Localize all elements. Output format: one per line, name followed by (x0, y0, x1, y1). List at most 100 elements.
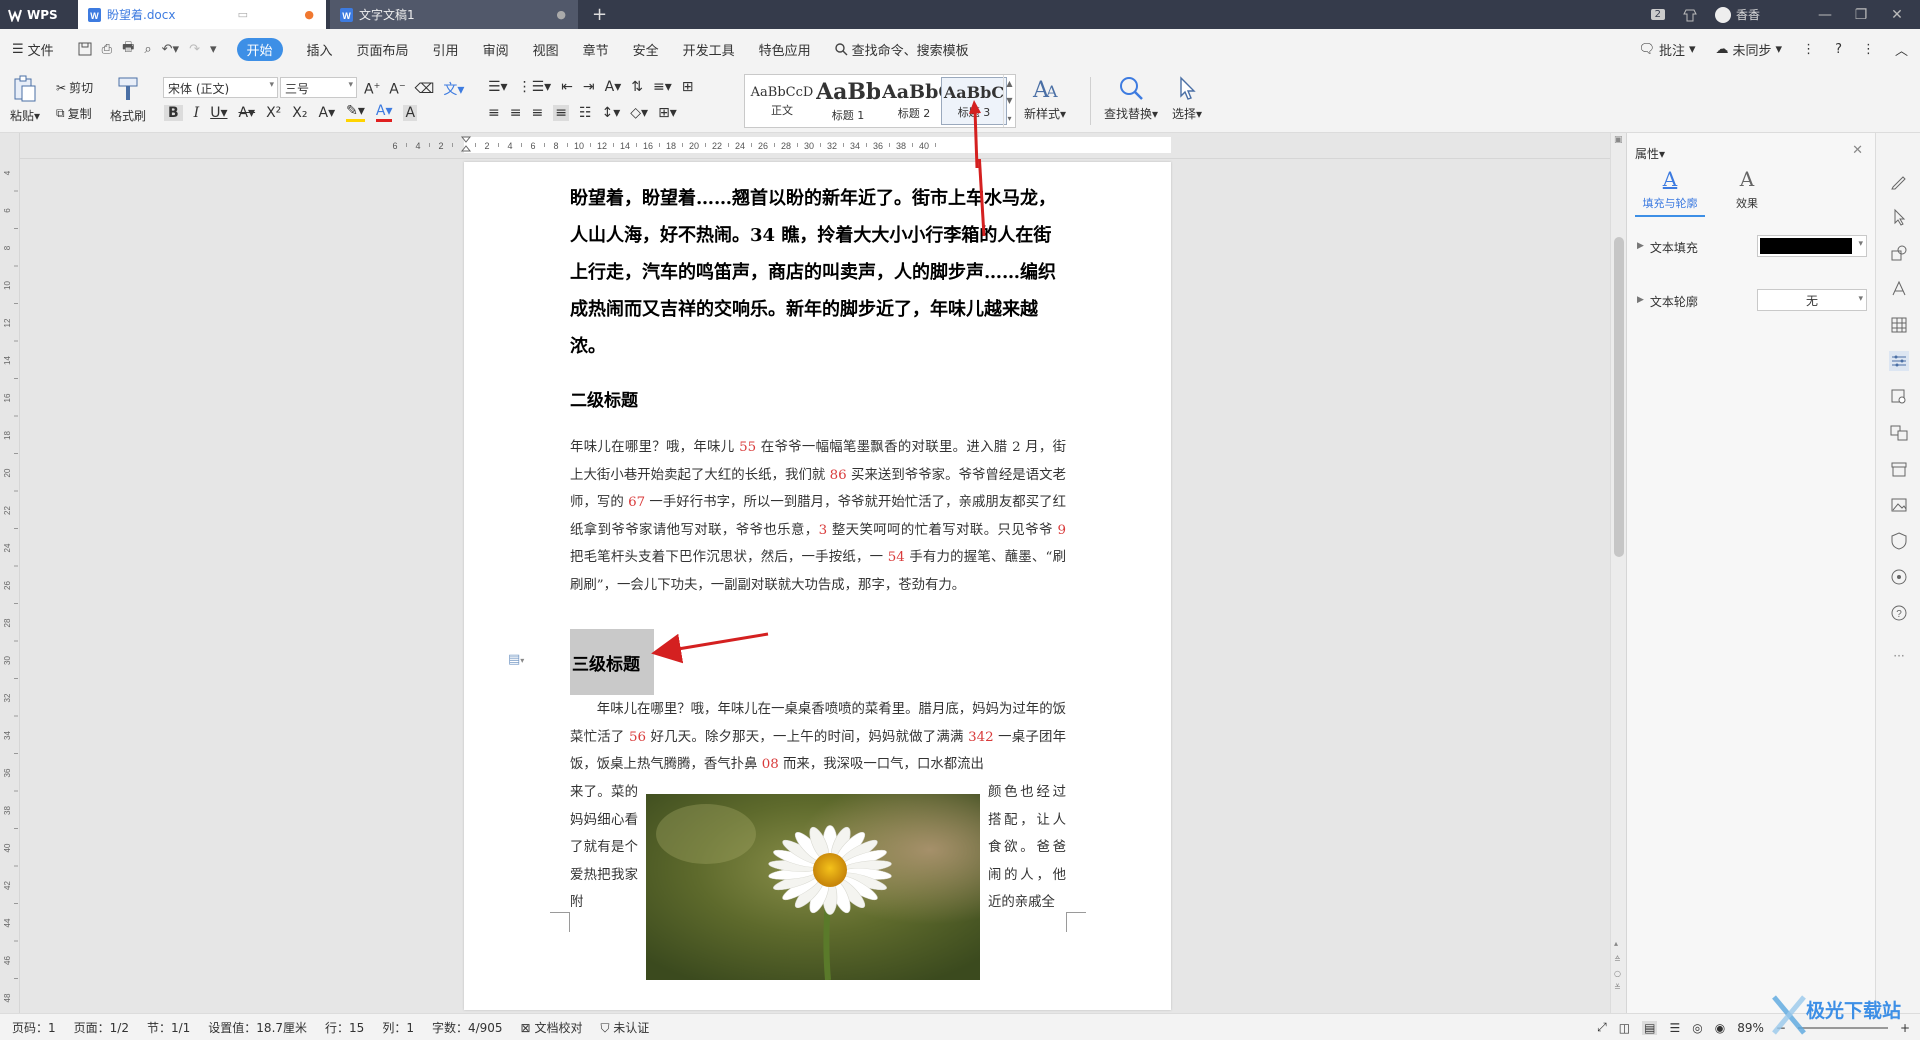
phonetic-icon[interactable]: 文▾ (443, 79, 464, 99)
gallery-scroll[interactable]: ▲ ▼ ▾ (1003, 75, 1015, 127)
status-page-number[interactable]: 页码：1 (12, 1019, 56, 1036)
text-fill-row[interactable]: ▶ 文本填充 (1637, 239, 1698, 256)
grow-font-icon[interactable]: A+ (364, 81, 380, 98)
italic-icon[interactable]: I (194, 105, 200, 121)
collapse-ribbon-icon[interactable]: ︿ (1895, 40, 1908, 59)
vertical-scrollbar[interactable]: ▣ ▴ ≙ ○ ≚ (1610, 133, 1626, 1013)
vertical-ruler[interactable]: 4 6 8 10 12 14 16 18 20 22 24 26 28 30 32 34 36 38 40 42 44 4… (0, 133, 20, 1013)
copy-button[interactable]: ⧉ 复制 (56, 105, 92, 122)
scroll-up-icon[interactable]: ▴ (1614, 939, 1618, 948)
style-heading-1[interactable]: AaBb 标题 1 (815, 77, 881, 125)
char-shading-icon[interactable]: A (403, 104, 418, 121)
style-normal[interactable]: AaBbCcD 正文 (749, 77, 815, 125)
help-circle-icon[interactable]: ? (1889, 603, 1909, 623)
shrink-font-icon[interactable]: A− (389, 81, 405, 98)
certification-status[interactable]: ⛉ 未认证 (600, 1019, 649, 1036)
customize-toolbar-icon[interactable]: ▾ (210, 42, 217, 57)
minimize-icon[interactable]: — (1816, 7, 1834, 23)
document-area[interactable]: 盼望着，盼望着……翘首以盼的新年近了。街市上车水马龙，人山人海，好不热闹。34 … (20, 159, 1610, 1013)
text-effect-icon[interactable]: A▾ (319, 105, 336, 121)
strikethrough-icon[interactable]: A▾ (238, 105, 255, 121)
tab-home[interactable]: 开始 (236, 37, 283, 61)
shield-icon[interactable] (1889, 531, 1909, 551)
outline-view-icon[interactable]: ☰ (1669, 1021, 1680, 1035)
numbering-icon[interactable]: ⋮☰▾ (518, 79, 552, 95)
tab-developer[interactable]: 开发工具 (683, 40, 735, 59)
horizontal-ruler[interactable]: 6 4 2 2 4 6 8 10 12 14 16 18 20 22 24 26 28 30 32 34 36 38 40 (20, 133, 1610, 159)
scroll-thumb[interactable] (1614, 237, 1624, 557)
chevron-down-icon[interactable]: ▼ (1006, 96, 1012, 105)
more-horizontal-icon[interactable]: ··· (1889, 649, 1909, 669)
page-count-badge[interactable]: 2 (1650, 9, 1665, 20)
picture-icon[interactable] (1889, 495, 1909, 515)
preview-icon[interactable]: ⌕ (144, 42, 151, 57)
proofread-button[interactable]: ⊠ 文档校对 (521, 1019, 583, 1036)
table-icon[interactable]: ⊞ (682, 79, 694, 95)
justify-icon[interactable]: ≡ (553, 105, 569, 121)
paste-button[interactable]: 粘贴▾ (10, 75, 40, 124)
status-section[interactable]: 节：1/1 (147, 1019, 190, 1036)
clear-format-icon[interactable]: ⌫ (415, 81, 435, 97)
tab-fill-outline[interactable]: A 填充与轮廓 (1635, 167, 1705, 217)
underline-icon[interactable]: U▾ (210, 105, 227, 121)
align-left-icon[interactable]: ≡ (488, 105, 500, 121)
zoom-level[interactable]: 89% (1737, 1021, 1764, 1035)
distribute-icon[interactable]: ☷ (579, 105, 592, 121)
tab-document[interactable]: W 文字文稿1 ● (330, 0, 578, 29)
tab-special-apps[interactable]: 特色应用 (759, 40, 811, 59)
status-column[interactable]: 列：1 (382, 1019, 414, 1036)
print-preview-icon[interactable]: ⎙ (102, 42, 112, 57)
help-icon[interactable]: ? (1835, 42, 1842, 57)
archive-icon[interactable] (1889, 459, 1909, 479)
text-outline-select[interactable]: 无 ▾ (1757, 289, 1867, 311)
shading-icon[interactable]: ◇▾ (630, 105, 648, 121)
panel-title[interactable]: 属性▾ (1635, 145, 1665, 162)
font-color-icon[interactable]: A▾ (375, 103, 393, 122)
decrease-indent-icon[interactable]: ⇤ (561, 79, 573, 95)
line-spacing-icon[interactable]: ≡▾ (653, 79, 672, 95)
command-search[interactable]: 查找命令、搜索模板 (834, 40, 969, 59)
chevron-up-icon[interactable]: ▲ (1006, 79, 1012, 88)
tab-security[interactable]: 安全 (633, 40, 659, 59)
text-direction-icon[interactable]: A▾ (605, 79, 622, 95)
tab-effects[interactable]: A 效果 (1717, 167, 1777, 211)
tab-close-dot-icon[interactable]: ● (556, 8, 566, 21)
font-size-select[interactable]: 三号 (280, 77, 357, 98)
tab-review[interactable]: 审阅 (483, 40, 509, 59)
superscript-icon[interactable]: X² (266, 105, 281, 121)
status-line[interactable]: 行：15 (325, 1019, 364, 1036)
print-icon[interactable]: 🖶 (122, 38, 134, 60)
file-menu[interactable]: ☰ 文件 (12, 40, 54, 59)
eye-protection-icon[interactable]: ◉ (1715, 1021, 1725, 1035)
translate-icon[interactable] (1889, 423, 1909, 443)
paragraph-spacing-icon[interactable]: ↕▾ (602, 105, 621, 121)
pen-icon[interactable] (1889, 171, 1909, 191)
align-right-icon[interactable]: ≡ (531, 105, 543, 121)
more-icon[interactable]: ⋮ (1802, 42, 1815, 57)
tab-chapter[interactable]: 章节 (583, 40, 609, 59)
style-heading-2[interactable]: AaBbC 标题 2 (881, 77, 947, 125)
reading-mode-icon[interactable]: ◫ (1619, 1021, 1630, 1035)
fullscreen-icon[interactable]: ⤢ (1597, 1020, 1607, 1035)
tab-wps-home[interactable]: WPS (0, 0, 76, 29)
find-replace-button[interactable]: 查找替换▾ (1104, 75, 1158, 122)
properties-toggle-icon[interactable] (1889, 351, 1909, 371)
shapes-icon[interactable] (1889, 243, 1909, 263)
web-view-icon[interactable]: ◎ (1692, 1021, 1702, 1035)
unsaved-dot-icon[interactable]: ● (304, 8, 314, 21)
monitor-icon[interactable]: ▭ (238, 8, 248, 21)
expand-gallery-icon[interactable]: ▾ (1007, 114, 1011, 123)
redo-icon[interactable]: ↷ (189, 42, 200, 57)
bullets-icon[interactable]: ☰▾ (488, 79, 508, 95)
close-panel-icon[interactable]: ✕ (1852, 143, 1863, 158)
user-account[interactable]: 香香 (1714, 6, 1760, 23)
close-icon[interactable]: ✕ (1888, 7, 1906, 23)
ruler-toggle-icon[interactable]: ▣ (1614, 135, 1623, 145)
new-style-button[interactable]: AA 新样式▾ (1024, 75, 1066, 122)
tab-page-layout[interactable]: 页面布局 (357, 40, 409, 59)
borders-icon[interactable]: ⊞▾ (658, 105, 677, 121)
text-fill-color-picker[interactable]: ▾ (1757, 235, 1867, 257)
image-search-icon[interactable] (1889, 387, 1909, 407)
plugin-icon[interactable] (1889, 567, 1909, 587)
more-vertical-icon[interactable]: ⋮ (1862, 42, 1875, 57)
